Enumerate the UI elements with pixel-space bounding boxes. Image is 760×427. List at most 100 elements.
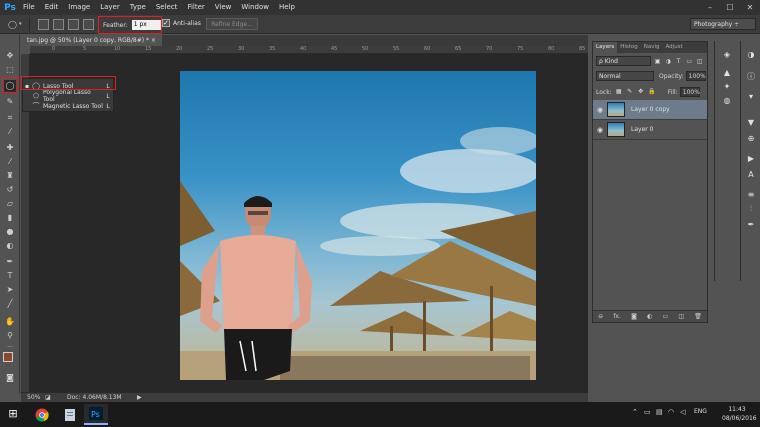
menu-view[interactable]: View <box>210 0 237 15</box>
minimize-button[interactable]: – <box>700 0 720 15</box>
tab-layers[interactable]: Layers <box>593 42 618 53</box>
info-icon[interactable]: ⓘ <box>744 71 758 83</box>
clone-source-icon[interactable]: ⊕ <box>744 133 758 145</box>
lock-transparent-icon[interactable]: ▦ <box>615 88 623 96</box>
flyout-item-polygonal-lasso[interactable]: ⬠ Polygonal Lasso Tool L <box>23 89 113 103</box>
eraser-tool-icon[interactable]: ▱ <box>4 198 16 210</box>
volume-icon[interactable]: ◁ <box>680 408 685 416</box>
clock[interactable]: 11:43 08/06/2016 <box>722 405 757 423</box>
language-indicator[interactable]: ENG <box>694 408 707 415</box>
color-swatches[interactable] <box>3 352 17 366</box>
menu-layer[interactable]: Layer <box>95 0 125 15</box>
history-brush-tool-icon[interactable]: ↺ <box>4 184 16 196</box>
canvas-image[interactable] <box>180 71 536 380</box>
add-mask-icon[interactable]: ◙ <box>631 313 637 320</box>
close-button[interactable]: ✕ <box>740 0 760 15</box>
brush-tool-icon[interactable]: ⁄ <box>4 156 16 168</box>
blur-tool-icon[interactable]: ● <box>4 226 16 238</box>
dodge-tool-icon[interactable]: ◐ <box>4 240 16 252</box>
character-icon[interactable]: A <box>744 169 758 181</box>
trash-icon[interactable]: 🗑 <box>694 313 702 320</box>
pen-tool-icon[interactable]: ✒ <box>4 256 16 268</box>
menu-window[interactable]: Window <box>236 0 274 15</box>
lock-position-icon[interactable]: ✥ <box>637 88 645 96</box>
shape-filter-icon[interactable]: ▭ <box>685 57 694 66</box>
paths-icon[interactable]: ✒ <box>744 219 758 231</box>
styles-icon[interactable]: ✦ <box>720 81 734 93</box>
foreground-color-swatch[interactable] <box>3 352 13 362</box>
chevron-up-icon[interactable]: ⌃ <box>632 408 638 416</box>
maximize-button[interactable]: ☐ <box>720 0 740 15</box>
play-actions-icon[interactable]: ▶ <box>744 153 758 165</box>
history-icon[interactable]: ◑ <box>744 49 758 61</box>
layers-stack-icon[interactable]: ◈ <box>720 49 734 61</box>
clone-stamp-tool-icon[interactable]: ♜ <box>4 170 16 182</box>
antialias-checkbox[interactable]: ✓ <box>162 19 170 27</box>
add-to-selection-icon[interactable] <box>53 18 64 30</box>
eye-icon[interactable]: ◉ <box>593 126 607 134</box>
properties-icon[interactable]: ≡ <box>744 189 758 201</box>
quick-selection-tool-icon[interactable]: ✎ <box>4 96 16 108</box>
fill-input[interactable]: 100% <box>679 87 700 97</box>
menu-image[interactable]: Image <box>63 0 95 15</box>
refine-edge-button[interactable]: Refine Edge... <box>206 18 258 30</box>
tool-preset-picker[interactable]: ◯ ▾ <box>8 17 30 31</box>
kind-filter-select[interactable]: ρ Kind <box>596 56 652 66</box>
comment-icon[interactable]: ▼ <box>744 117 758 129</box>
intersect-selection-icon[interactable] <box>83 18 94 30</box>
flyout-item-magnetic-lasso[interactable]: ⌒ Magnetic Lasso Tool L <box>23 101 113 111</box>
antialias-option[interactable]: ✓ Anti-alias <box>162 19 201 27</box>
new-group-icon[interactable]: ▭ <box>663 313 669 320</box>
quick-mask-icon[interactable]: ◙ <box>4 372 16 384</box>
eye-icon[interactable]: ◉ <box>593 106 607 114</box>
marquee-tool-icon[interactable]: ⬚ <box>4 64 16 76</box>
chrome-icon[interactable] <box>30 404 54 425</box>
tab-navigator[interactable]: Navig <box>641 42 663 53</box>
layer-row[interactable]: ◉ Layer 0 <box>593 120 707 140</box>
type-tool-icon[interactable]: T <box>4 270 16 282</box>
lock-all-icon[interactable]: 🔒 <box>648 88 656 96</box>
photoshop-taskbar-icon[interactable]: Ps <box>84 404 108 425</box>
wifi-icon[interactable]: ◠ <box>668 408 674 416</box>
feather-input[interactable]: 1 px <box>131 20 161 30</box>
notification-icon[interactable]: ▭ <box>644 408 651 416</box>
fx-icon[interactable]: fx. <box>613 313 621 320</box>
windows-start-icon[interactable]: ⊞ <box>6 407 20 421</box>
path-selection-tool-icon[interactable]: ➤ <box>4 284 16 296</box>
move-tool-icon[interactable]: ✥ <box>4 50 16 62</box>
menu-select[interactable]: Select <box>151 0 183 15</box>
menu-edit[interactable]: Edit <box>40 0 64 15</box>
file-explorer-icon[interactable] <box>58 404 82 425</box>
subtract-selection-icon[interactable] <box>68 18 79 30</box>
healing-brush-tool-icon[interactable]: ✚ <box>4 142 16 154</box>
adjustment-filter-icon[interactable]: ◑ <box>664 57 673 66</box>
document-tab[interactable]: tan.jpg @ 50% (Layer 0 copy, RGB/8#) * × <box>21 35 162 46</box>
gradient-tool-icon[interactable]: ▮ <box>4 212 16 224</box>
brush-presets-icon[interactable]: ▾ <box>744 91 758 103</box>
menu-type[interactable]: Type <box>125 0 151 15</box>
blend-mode-select[interactable]: Normal <box>596 71 654 81</box>
sliders-icon[interactable]: ⫶ <box>744 203 758 215</box>
type-filter-icon[interactable]: T <box>674 57 683 66</box>
smart-object-filter-icon[interactable]: ◫ <box>695 57 704 66</box>
adjustments-icon[interactable]: ▲ <box>720 67 734 79</box>
menu-file[interactable]: File <box>18 0 40 15</box>
workspace-select[interactable]: Photography ÷ <box>690 18 756 30</box>
adjustment-layer-icon[interactable]: ◐ <box>647 313 652 320</box>
new-layer-icon[interactable]: ◫ <box>678 313 684 320</box>
export-icon[interactable]: ◪ <box>45 394 55 401</box>
status-menu-arrow-icon[interactable]: ▶ <box>137 394 142 401</box>
crop-tool-icon[interactable]: ⌗ <box>4 112 16 124</box>
menu-help[interactable]: Help <box>274 0 300 15</box>
network-icon[interactable]: ▤ <box>656 408 663 416</box>
line-tool-icon[interactable]: ╱ <box>4 298 16 310</box>
new-selection-icon[interactable] <box>38 18 49 30</box>
hand-tool-icon[interactable]: ✋ <box>4 316 16 328</box>
tab-histogram[interactable]: Histog <box>617 42 641 53</box>
link-layers-icon[interactable]: ⊖ <box>598 313 603 320</box>
zoom-tool-icon[interactable]: ⚲ <box>4 330 16 342</box>
color-wheel-icon[interactable]: ◍ <box>720 95 734 107</box>
eyedropper-tool-icon[interactable]: ⁄ <box>4 126 16 138</box>
layer-row[interactable]: ◉ Layer 0 copy <box>593 100 707 120</box>
menu-filter[interactable]: Filter <box>182 0 209 15</box>
